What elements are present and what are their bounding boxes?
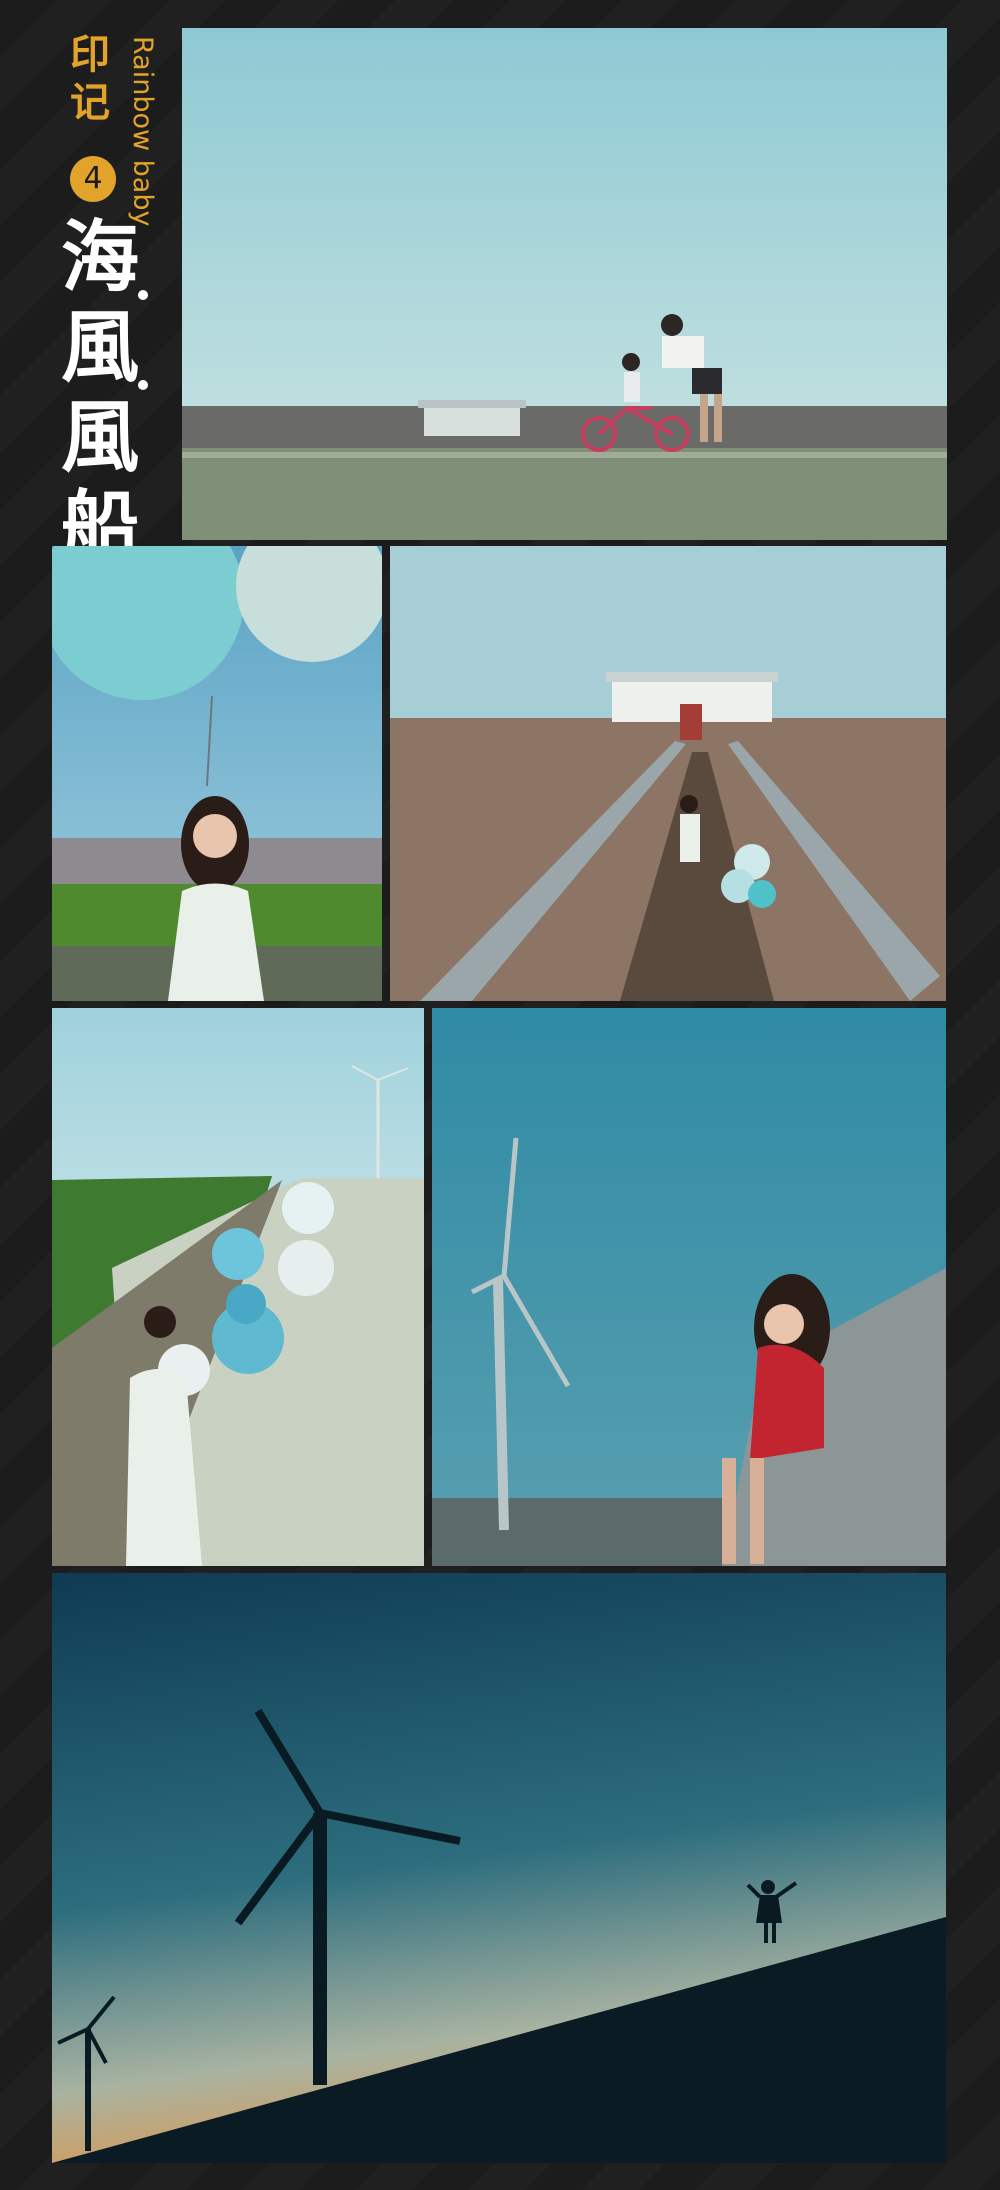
photo-pier-girl xyxy=(390,546,946,1001)
photo-red-dress-turbine xyxy=(432,1008,946,1566)
main-char-1: 海 xyxy=(60,213,139,303)
title-block: 印 记 4 Rainbow baby 海 風 風 船 xyxy=(50,30,180,570)
title-char-ji: 记 xyxy=(70,80,110,126)
photo-silhouette-sunset xyxy=(52,1573,946,2163)
photo-sea-bike xyxy=(182,28,947,540)
main-char-3: 風 xyxy=(60,393,139,483)
subtitle-english: Rainbow baby xyxy=(127,36,158,227)
photo-balloon-girl-grass xyxy=(52,546,382,1001)
photo-road-balloons xyxy=(52,1008,424,1566)
title-char-yin: 印 xyxy=(70,32,110,78)
separator-dot-2 xyxy=(138,380,148,390)
number-badge: 4 xyxy=(70,156,116,202)
separator-dot-1 xyxy=(138,290,148,300)
main-char-2: 風 xyxy=(60,303,139,393)
